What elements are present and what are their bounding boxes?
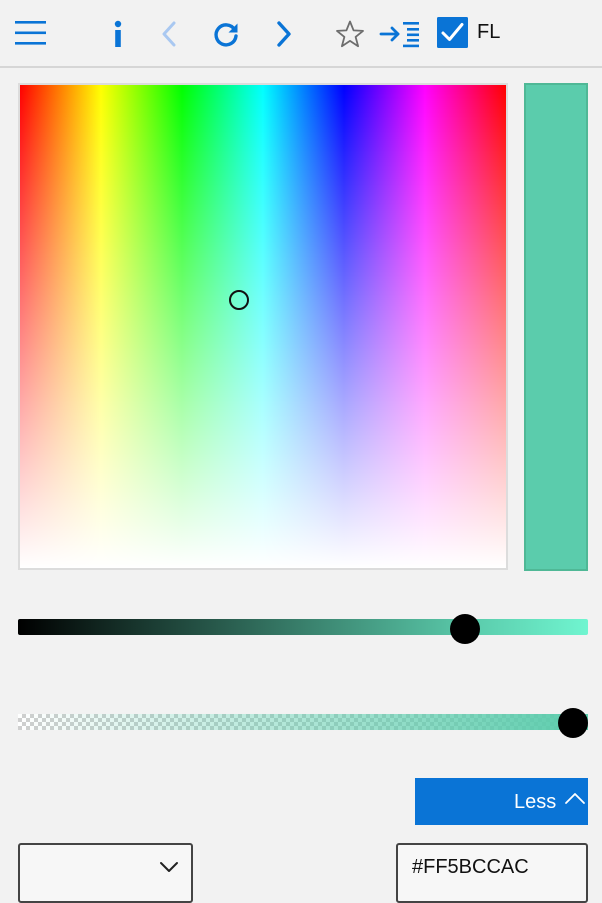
- star-icon[interactable]: [330, 14, 370, 54]
- toolbar: FL: [0, 0, 602, 68]
- color-selector-handle[interactable]: [229, 290, 249, 310]
- value-slider-thumb[interactable]: [450, 614, 480, 644]
- info-icon[interactable]: [100, 14, 136, 54]
- chevron-down-icon: [159, 860, 179, 878]
- value-slider-track[interactable]: [18, 619, 588, 635]
- checkbox-checked-icon: [436, 16, 468, 48]
- chevron-right-icon[interactable]: [266, 14, 302, 54]
- alpha-gradient: [18, 714, 588, 730]
- less-button-label: Less: [514, 791, 557, 813]
- alpha-slider-track[interactable]: [18, 714, 588, 730]
- hex-color-input[interactable]: [396, 843, 588, 903]
- chevron-up-icon: [564, 788, 586, 811]
- color-mode-select[interactable]: [18, 843, 193, 903]
- fl-label: FL: [477, 21, 501, 43]
- indent-icon[interactable]: [376, 14, 424, 54]
- saturation-gradient: [20, 85, 506, 568]
- less-button[interactable]: Less: [415, 778, 588, 825]
- chevron-left-icon[interactable]: [152, 14, 186, 54]
- color-spectrum-area[interactable]: [18, 83, 508, 570]
- hamburger-menu-icon[interactable]: [10, 14, 52, 52]
- refresh-icon[interactable]: [206, 14, 246, 54]
- alpha-slider-thumb[interactable]: [558, 708, 588, 738]
- color-preview-swatch: [524, 83, 588, 571]
- fl-checkbox[interactable]: [436, 16, 468, 48]
